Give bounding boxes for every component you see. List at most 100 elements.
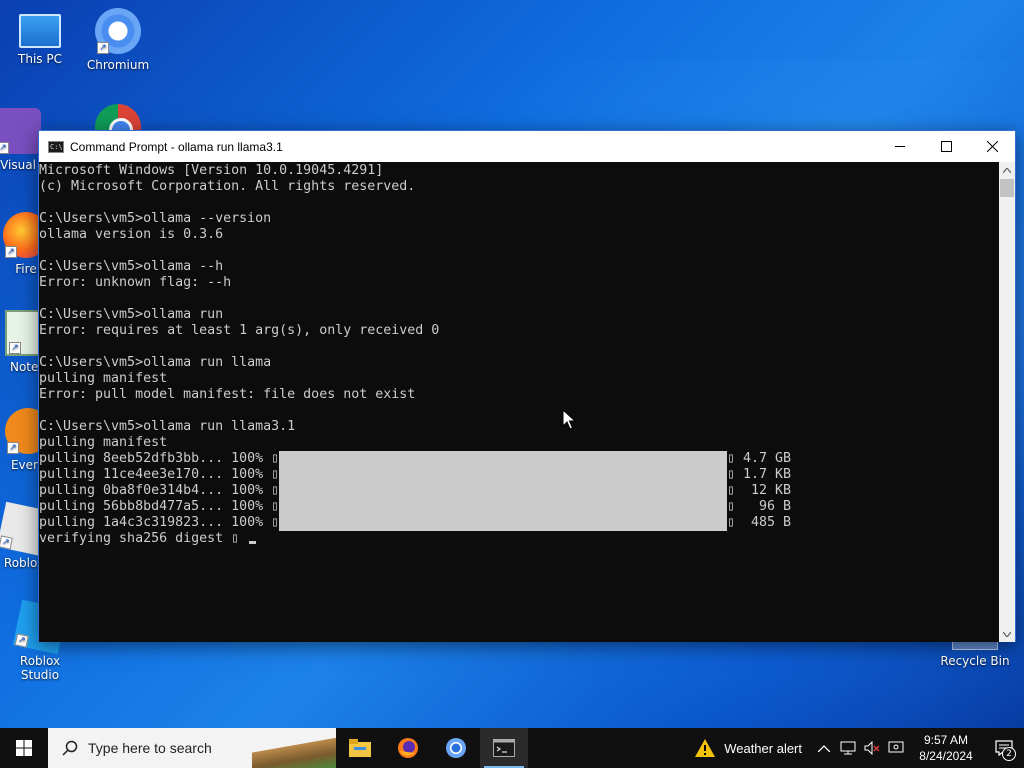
pull-row-size: ▯ 4.7 GB (727, 451, 792, 466)
windows-logo-icon (16, 740, 32, 756)
progress-bar-fill (279, 499, 727, 515)
warning-icon (695, 739, 716, 757)
shortcut-arrow-icon: ↗ (0, 535, 13, 550)
console-lines: Microsoft Windows [Version 10.0.19045.42… (39, 163, 1001, 451)
taskbar-search-box[interactable]: Type here to search (48, 728, 336, 768)
command-prompt-window[interactable]: C:\ Command Prompt - ollama run llama3.1… (38, 130, 1016, 642)
vertical-scrollbar[interactable] (999, 162, 1015, 642)
system-tray: 9:57 AM 8/24/2024 2 (812, 728, 1024, 768)
console-line: pulling manifest (39, 435, 168, 450)
pull-row-size: ▯ 1.7 KB (727, 467, 792, 482)
pull-row-prefix: pulling 56bb8bd477a5... 100% ▯ (39, 499, 280, 514)
chromium-icon (446, 738, 466, 758)
chromium-icon: ↗ (95, 8, 141, 54)
progress-bar-fill (279, 515, 727, 531)
chevron-up-icon (1003, 167, 1011, 173)
close-button[interactable] (969, 131, 1015, 162)
progress-bar-fill (279, 467, 727, 483)
shortcut-arrow-icon: ↗ (9, 342, 21, 354)
file-explorer-icon (349, 739, 371, 757)
desktop-icon-label: Fire (15, 262, 37, 276)
scrollbar-thumb[interactable] (1000, 179, 1014, 197)
shortcut-arrow-icon: ↗ (5, 246, 17, 258)
console-line: Microsoft Windows [Version 10.0.19045.42… (39, 163, 384, 178)
desktop-icon-label: Recycle Bin (940, 654, 1010, 668)
network-icon (840, 741, 856, 755)
verify-line: verifying sha256 digest ▯ (39, 531, 1001, 547)
tray-volume-button[interactable] (860, 728, 884, 768)
taskbar-chromium[interactable] (432, 728, 480, 768)
minimize-button[interactable] (877, 131, 923, 162)
command-prompt-icon (493, 739, 515, 757)
pull-row-prefix: pulling 1a4c3c319823... 100% ▯ (39, 515, 280, 530)
pull-progress-row: pulling 1a4c3c319823... 100% ▯ ▯ 485 B (39, 515, 1001, 531)
console-line: pulling manifest (39, 371, 168, 386)
notification-count-badge: 2 (1002, 747, 1016, 761)
taskbar-clock[interactable]: 9:57 AM 8/24/2024 (908, 732, 984, 764)
shortcut-arrow-icon: ↗ (97, 42, 109, 54)
visual-studio-icon: ↗ (0, 108, 41, 154)
start-button[interactable] (0, 728, 48, 768)
shortcut-arrow-icon: ↗ (7, 442, 19, 454)
taskbar-firefox[interactable] (384, 728, 432, 768)
shortcut-arrow-icon: ↗ (0, 142, 9, 154)
pull-row-prefix: pulling 11ce4ee3e170... 100% ▯ (39, 467, 280, 482)
minimize-icon (894, 146, 905, 147)
search-highlight-art (252, 732, 336, 768)
pull-progress-row: pulling 11ce4ee3e170... 100% ▯ ▯ 1.7 KB (39, 467, 1001, 483)
pull-progress-row: pulling 0ba8f0e314b4... 100% ▯ ▯ 12 KB (39, 483, 1001, 499)
console-output[interactable]: Microsoft Windows [Version 10.0.19045.42… (39, 162, 1001, 642)
desktop-icon-label: Chromium (86, 58, 150, 72)
console-line: Error: unknown flag: --h (39, 275, 232, 290)
console-line: C:\Users\vm5>ollama --h (39, 259, 224, 274)
clock-date: 8/24/2024 (919, 749, 973, 763)
volume-muted-icon (864, 741, 880, 755)
weather-text: Weather alert (724, 740, 802, 756)
desktop-icon-this-pc[interactable]: This PC (0, 8, 80, 66)
console-line: (c) Microsoft Corporation. All rights re… (39, 179, 416, 194)
computer-icon (19, 14, 61, 48)
console-line: Error: pull model manifest: file does no… (39, 387, 416, 402)
command-prompt-icon: C:\ (48, 140, 64, 153)
console-line: C:\Users\vm5>ollama run llama (39, 355, 272, 370)
pull-row-size: ▯ 12 KB (727, 483, 792, 498)
taskbar: Type here to search Weather alert 9:57 A… (0, 728, 1024, 768)
pull-row-size: ▯ 96 B (727, 499, 792, 514)
mouse-pointer-icon (562, 409, 576, 430)
console-line: C:\Users\vm5>ollama --version (39, 211, 272, 226)
notification-center-button[interactable]: 2 (984, 728, 1024, 768)
scroll-down-button[interactable] (999, 626, 1015, 642)
close-icon (986, 141, 998, 152)
shortcut-arrow-icon: ↗ (14, 633, 29, 648)
clock-time: 9:57 AM (923, 733, 969, 747)
desktop-icon-chromium[interactable]: ↗ Chromium (78, 8, 158, 72)
scroll-up-button[interactable] (999, 162, 1015, 178)
window-titlebar[interactable]: C:\ Command Prompt - ollama run llama3.1 (39, 131, 1015, 162)
chevron-up-icon (818, 744, 830, 752)
tray-overflow-button[interactable] (812, 728, 836, 768)
taskbar-command-prompt[interactable] (480, 728, 528, 768)
pull-progress-rows: pulling 8eeb52dfb3bb... 100% ▯ ▯ 4.7 GB pu… (39, 451, 1001, 531)
pull-progress-row: pulling 8eeb52dfb3bb... 100% ▯ ▯ 4.7 GB (39, 451, 1001, 467)
progress-bar-fill (279, 483, 727, 499)
console-line: Error: requires at least 1 arg(s), only … (39, 323, 440, 338)
chevron-down-icon (1003, 631, 1011, 637)
tray-display-button[interactable] (884, 728, 908, 768)
tray-network-button[interactable] (836, 728, 860, 768)
desktop-icon-label: This PC (18, 52, 62, 66)
console-line: C:\Users\vm5>ollama run (39, 307, 224, 322)
maximize-icon (940, 141, 952, 152)
display-icon (888, 741, 904, 753)
console-line: ollama version is 0.3.6 (39, 227, 224, 242)
taskbar-file-explorer[interactable] (336, 728, 384, 768)
pull-row-size: ▯ 485 B (727, 515, 792, 530)
maximize-button[interactable] (923, 131, 969, 162)
pull-progress-row: pulling 56bb8bd477a5... 100% ▯ ▯ 96 B (39, 499, 1001, 515)
pull-row-prefix: pulling 0ba8f0e314b4... 100% ▯ (39, 483, 280, 498)
weather-widget[interactable]: Weather alert (684, 728, 812, 768)
